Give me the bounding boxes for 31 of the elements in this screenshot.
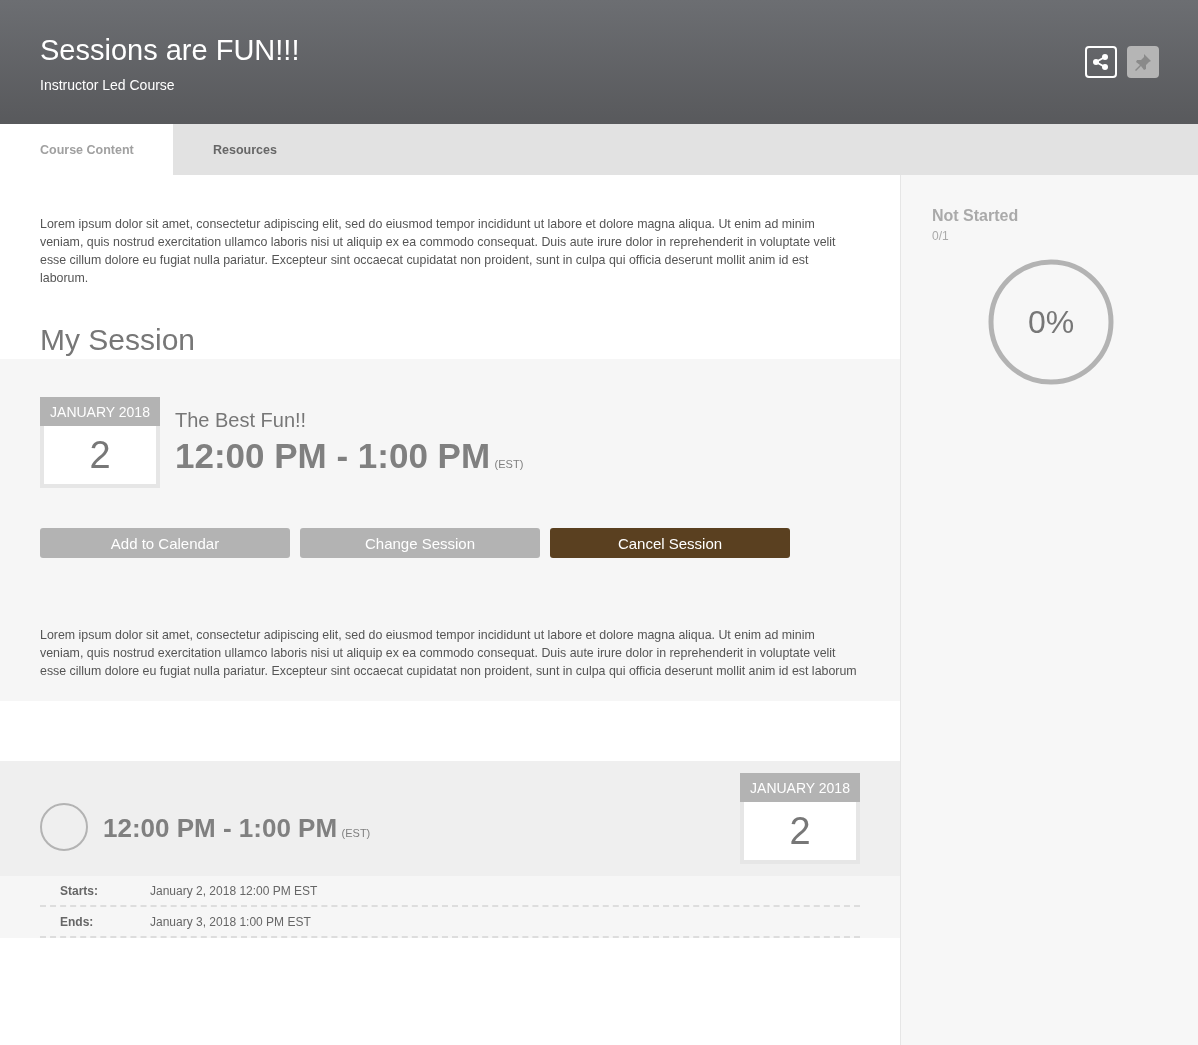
progress-count: 0/1	[932, 229, 950, 243]
intro-text: Lorem ipsum dolor sit amet, consectetur adipiscing elit, sed do eiusmod tempor incididunt ut labore et dolore magna aliqua. Ut enim ad minim veniam, quis nostrud exercitation ullamco laboris nisi ut aliquip ex ea commodo consequat. Duis aute irure dolor in reprehenderit in voluptate velit esse cillum dolore eu fugiat nulla pariatur. Excepteur sint occaecat cupidatat non proident, sunt in culpa qui officia deserunt mollit anim id est laborum.	[40, 216, 837, 287]
course-type: Instructor Led Course	[40, 77, 176, 93]
pin-icon	[1134, 53, 1152, 71]
session-radio[interactable]	[40, 802, 88, 851]
detail-label: Starts:	[59, 883, 99, 898]
session-time: 12:00 PM - 1:00 PM	[175, 436, 491, 475]
session-button[interactable]: Cancel Session	[550, 528, 790, 558]
calendar-day: 2	[44, 426, 156, 484]
calendar-month: JANUARY 2018	[40, 397, 160, 426]
calendar-month: JANUARY 2018	[740, 773, 860, 802]
time-zone: (EST)	[341, 827, 371, 839]
calendar-day: 2	[744, 802, 856, 860]
detail-value: January 2, 2018 12:00 PM EST	[150, 883, 318, 898]
progress-status: Not Started	[932, 207, 1020, 225]
course-title: Sessions are FUN!!!	[40, 34, 300, 67]
session-button[interactable]: Change Session	[300, 528, 540, 558]
tab[interactable]: Resources	[173, 124, 317, 175]
section-heading: My Session	[40, 323, 197, 357]
share-button[interactable]	[1085, 46, 1117, 78]
session-name: The Best Fun!!	[175, 409, 308, 432]
progress-percent: 0%	[1027, 303, 1075, 341]
session-button[interactable]: Add to Calendar	[40, 528, 290, 558]
pin-button[interactable]	[1127, 46, 1159, 78]
tab[interactable]: Course Content	[0, 124, 173, 175]
session-description: Lorem ipsum dolor sit amet, consectetur adipiscing elit, sed do eiusmod tempor incididunt ut labore et dolore magna aliqua. Ut enim ad minim veniam, quis nostrud exercitation ullamco laboris nisi ut aliquip ex ea commodo consequat. Duis aute irure dolor in reprehenderit in voluptate velit esse cillum dolore eu fugiat nulla pariatur. Excepteur sint occaecat cupidatat non proident, sunt in culpa qui officia deserunt mollit anim id est laborum	[40, 627, 858, 680]
share-icon	[1092, 53, 1110, 71]
detail-label: Ends:	[59, 914, 95, 929]
detail-value: January 3, 2018 1:00 PM EST	[150, 914, 311, 929]
session-time: 12:00 PM - 1:00 PM	[103, 813, 338, 843]
time-zone: (EST)	[494, 458, 524, 470]
